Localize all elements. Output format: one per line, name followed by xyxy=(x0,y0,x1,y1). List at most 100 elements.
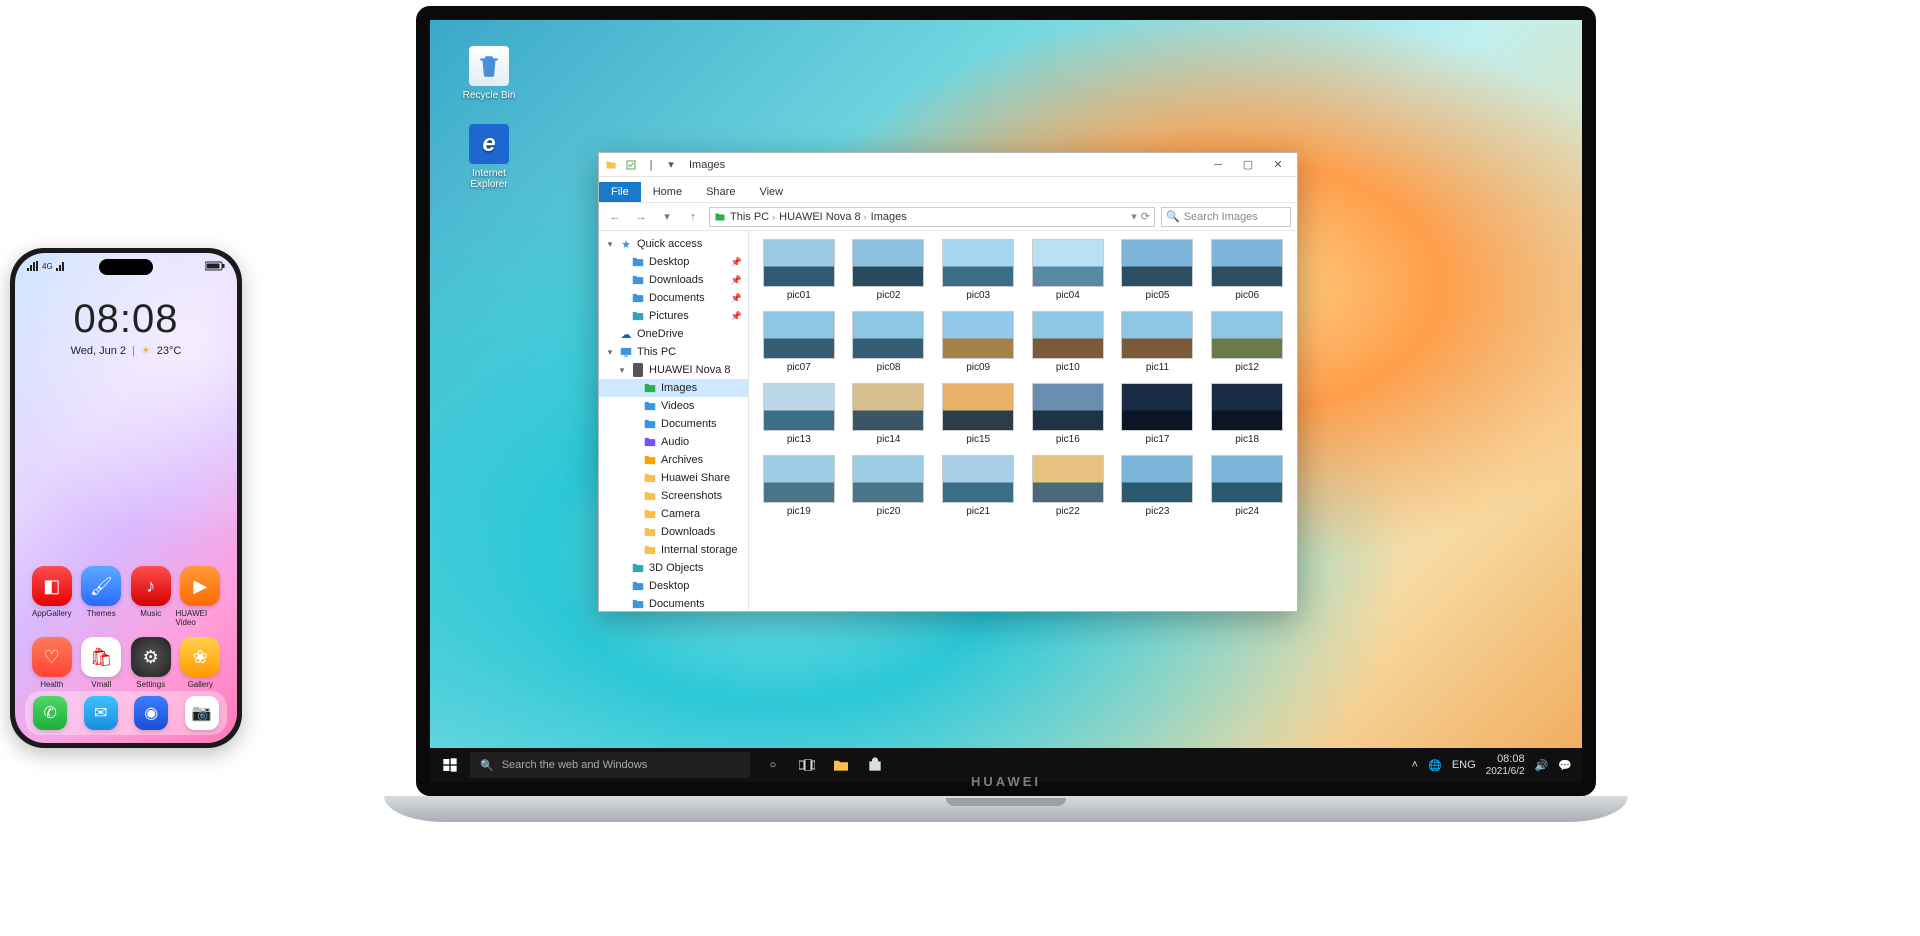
app-gallery[interactable]: ❀ Gallery xyxy=(176,637,226,689)
nav-up-button[interactable]: ↑ xyxy=(683,207,703,227)
app-vmall[interactable]: 🛍 Vmall xyxy=(77,637,127,689)
file-thumb[interactable]: pic09 xyxy=(936,311,1020,373)
nav-3d-objects[interactable]: 3D Objects xyxy=(599,559,748,577)
window-maximize-button[interactable]: ▢ xyxy=(1233,155,1263,175)
tree-label: Downloads xyxy=(649,274,703,286)
nav-documents3[interactable]: Documents xyxy=(599,595,748,611)
ribbon-tab-view[interactable]: View xyxy=(747,182,795,202)
desktop-icon-recycle-bin[interactable]: Recycle Bin xyxy=(458,46,520,101)
dock-browser[interactable]: ◉ xyxy=(134,696,168,730)
file-thumb[interactable]: pic21 xyxy=(936,455,1020,517)
nav-documents[interactable]: Documents 📌 xyxy=(599,289,748,307)
nav-images[interactable]: Images xyxy=(599,379,748,397)
ribbon-tab-share[interactable]: Share xyxy=(694,182,747,202)
breadcrumb-segment[interactable]: HUAWEI Nova 8 xyxy=(779,211,861,223)
nav-huawei-share[interactable]: Huawei Share xyxy=(599,469,748,487)
qat-folder-icon[interactable] xyxy=(603,157,619,173)
file-thumb[interactable]: pic24 xyxy=(1205,455,1289,517)
start-button[interactable] xyxy=(430,748,470,782)
tray-language[interactable]: ENG xyxy=(1452,759,1476,771)
dock-phone[interactable]: ✆ xyxy=(33,696,67,730)
nav-pictures[interactable]: Pictures 📌 xyxy=(599,307,748,325)
file-thumb[interactable]: pic03 xyxy=(936,239,1020,301)
file-thumb[interactable]: pic02 xyxy=(847,239,931,301)
tray-chevron-up-icon[interactable]: ˄ xyxy=(1412,759,1418,771)
file-thumb[interactable]: pic15 xyxy=(936,383,1020,445)
ribbon-tab-home[interactable]: Home xyxy=(641,182,694,202)
file-thumb[interactable]: pic23 xyxy=(1116,455,1200,517)
file-thumb[interactable]: pic14 xyxy=(847,383,931,445)
window-titlebar[interactable]: | ▾ Images ─ ▢ ✕ xyxy=(599,153,1297,177)
dock-messages[interactable]: ✉ xyxy=(84,696,118,730)
pin-icon: 📌 xyxy=(731,293,742,304)
nav-camera[interactable]: Camera xyxy=(599,505,748,523)
tray-clock[interactable]: 08:08 2021/6/2 xyxy=(1486,753,1525,776)
file-content-area[interactable]: pic01 pic02 pic03 pic04 pic05 pic06 pic0… xyxy=(749,231,1297,611)
nav-downloads[interactable]: Downloads 📌 xyxy=(599,271,748,289)
window-close-button[interactable]: ✕ xyxy=(1263,155,1293,175)
qat-properties-icon[interactable] xyxy=(623,157,639,173)
address-refresh-icon[interactable]: ⟳ xyxy=(1141,210,1150,223)
file-thumb[interactable]: pic22 xyxy=(1026,455,1110,517)
file-thumb[interactable]: pic18 xyxy=(1205,383,1289,445)
app-music[interactable]: ♪ Music xyxy=(126,566,176,627)
nav-forward-button[interactable]: → xyxy=(631,207,651,227)
nav-internal-storage[interactable]: Internal storage xyxy=(599,541,748,559)
dock-camera[interactable]: 📷 xyxy=(185,696,219,730)
nav-phone[interactable]: ▾ HUAWEI Nova 8 xyxy=(599,361,748,379)
app-appgallery[interactable]: ◧ AppGallery xyxy=(27,566,77,627)
cortana-button[interactable]: ○ xyxy=(756,748,790,782)
file-thumb[interactable]: pic13 xyxy=(757,383,841,445)
file-thumb[interactable]: pic01 xyxy=(757,239,841,301)
nav-desktop[interactable]: Desktop 📌 xyxy=(599,253,748,271)
address-bar[interactable]: This PC› HUAWEI Nova 8› Images ▾ ⟳ xyxy=(709,207,1155,227)
nav-archives[interactable]: Archives xyxy=(599,451,748,469)
nav-pane[interactable]: ▾ ★ Quick access Desktop 📌 Downloads 📌 xyxy=(599,231,749,611)
app-settings[interactable]: ⚙ Settings xyxy=(126,637,176,689)
app-video[interactable]: ▶ HUAWEI Video xyxy=(176,566,226,627)
file-thumb[interactable]: pic16 xyxy=(1026,383,1110,445)
file-thumb[interactable]: pic06 xyxy=(1205,239,1289,301)
file-thumb[interactable]: pic20 xyxy=(847,455,931,517)
nav-onedrive[interactable]: ☁ OneDrive xyxy=(599,325,748,343)
nav-audio[interactable]: Audio xyxy=(599,433,748,451)
file-thumb[interactable]: pic11 xyxy=(1116,311,1200,373)
ribbon-tab-file[interactable]: File xyxy=(599,182,641,202)
desktop-icon-internet-explorer[interactable]: e Internet Explorer xyxy=(458,124,520,190)
nav-quick-access[interactable]: ▾ ★ Quick access xyxy=(599,235,748,253)
tray-action-center-icon[interactable]: 💬 xyxy=(1558,759,1572,772)
nav-documents2[interactable]: Documents xyxy=(599,415,748,433)
file-thumb[interactable]: pic19 xyxy=(757,455,841,517)
app-health[interactable]: ♡ Health xyxy=(27,637,77,689)
file-thumb[interactable]: pic12 xyxy=(1205,311,1289,373)
nav-back-button[interactable]: ← xyxy=(605,207,625,227)
taskbar-store-icon[interactable] xyxy=(858,748,892,782)
tray-network-icon[interactable]: 🌐 xyxy=(1428,759,1442,772)
file-thumb[interactable]: pic10 xyxy=(1026,311,1110,373)
thumbnail-image xyxy=(1121,455,1193,503)
task-view-button[interactable] xyxy=(790,748,824,782)
file-thumb[interactable]: pic08 xyxy=(847,311,931,373)
taskbar-search-input[interactable]: 🔍 Search the web and Windows xyxy=(470,752,750,778)
address-dropdown-icon[interactable]: ▾ xyxy=(1131,210,1137,223)
file-thumb[interactable]: pic05 xyxy=(1116,239,1200,301)
explorer-search-input[interactable]: 🔍 Search Images xyxy=(1161,207,1291,227)
window-minimize-button[interactable]: ─ xyxy=(1203,155,1233,175)
breadcrumb-segment[interactable]: This PC xyxy=(730,211,769,223)
phone-app-grid: ◧ AppGallery🖌 Themes♪ Music▶ HUAWEI Vide… xyxy=(15,566,237,689)
taskbar-file-explorer-icon[interactable] xyxy=(824,748,858,782)
file-thumb[interactable]: pic04 xyxy=(1026,239,1110,301)
nav-this-pc[interactable]: ▾ This PC xyxy=(599,343,748,361)
file-thumb[interactable]: pic17 xyxy=(1116,383,1200,445)
file-thumb[interactable]: pic07 xyxy=(757,311,841,373)
nav-downloads2[interactable]: Downloads xyxy=(599,523,748,541)
qat-dropdown-icon[interactable]: ▾ xyxy=(663,157,679,173)
tray-volume-icon[interactable]: 🔊 xyxy=(1535,759,1549,772)
app-themes[interactable]: 🖌 Themes xyxy=(77,566,127,627)
file-label: pic21 xyxy=(966,506,990,517)
nav-desktop2[interactable]: Desktop xyxy=(599,577,748,595)
breadcrumb-segment[interactable]: Images xyxy=(871,211,907,223)
nav-screenshots[interactable]: Screenshots xyxy=(599,487,748,505)
nav-recent-button[interactable]: ▾ xyxy=(657,207,677,227)
nav-videos[interactable]: Videos xyxy=(599,397,748,415)
